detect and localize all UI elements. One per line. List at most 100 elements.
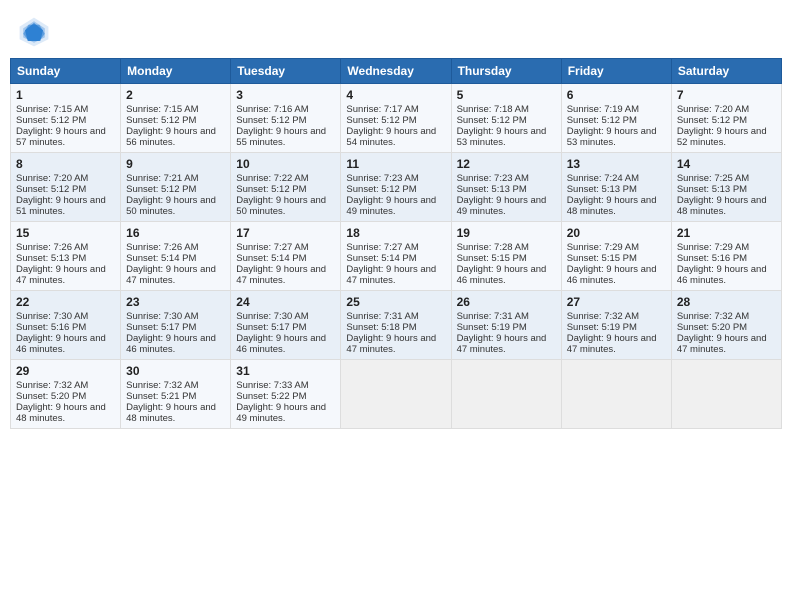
sunset-text: Sunset: 5:17 PM (236, 322, 306, 333)
sunrise-text: Sunrise: 7:20 AM (16, 173, 88, 184)
calendar-cell: 25 Sunrise: 7:31 AM Sunset: 5:18 PM Dayl… (341, 291, 451, 360)
daylight-text: Daylight: 9 hours and 46 minutes. (126, 333, 216, 355)
calendar-cell: 31 Sunrise: 7:33 AM Sunset: 5:22 PM Dayl… (231, 360, 341, 429)
day-number: 27 (567, 295, 666, 309)
calendar-week-row: 8 Sunrise: 7:20 AM Sunset: 5:12 PM Dayli… (11, 153, 782, 222)
calendar-cell: 5 Sunrise: 7:18 AM Sunset: 5:12 PM Dayli… (451, 84, 561, 153)
sunrise-text: Sunrise: 7:32 AM (567, 311, 639, 322)
sunset-text: Sunset: 5:19 PM (457, 322, 527, 333)
sunrise-text: Sunrise: 7:18 AM (457, 104, 529, 115)
daylight-text: Daylight: 9 hours and 47 minutes. (457, 333, 547, 355)
sunrise-text: Sunrise: 7:22 AM (236, 173, 308, 184)
sunset-text: Sunset: 5:16 PM (677, 253, 747, 264)
calendar-cell: 21 Sunrise: 7:29 AM Sunset: 5:16 PM Dayl… (671, 222, 781, 291)
sunset-text: Sunset: 5:12 PM (457, 115, 527, 126)
daylight-text: Daylight: 9 hours and 47 minutes. (346, 333, 436, 355)
sunset-text: Sunset: 5:13 PM (16, 253, 86, 264)
day-number: 17 (236, 226, 335, 240)
sunrise-text: Sunrise: 7:31 AM (346, 311, 418, 322)
day-number: 26 (457, 295, 556, 309)
calendar-day-header: Monday (121, 59, 231, 84)
daylight-text: Daylight: 9 hours and 49 minutes. (346, 195, 436, 217)
day-number: 5 (457, 88, 556, 102)
daylight-text: Daylight: 9 hours and 52 minutes. (677, 126, 767, 148)
sunrise-text: Sunrise: 7:25 AM (677, 173, 749, 184)
day-number: 12 (457, 157, 556, 171)
day-number: 22 (16, 295, 115, 309)
day-number: 25 (346, 295, 445, 309)
logo (16, 14, 56, 50)
calendar-cell: 14 Sunrise: 7:25 AM Sunset: 5:13 PM Dayl… (671, 153, 781, 222)
day-number: 31 (236, 364, 335, 378)
day-number: 11 (346, 157, 445, 171)
calendar-week-row: 29 Sunrise: 7:32 AM Sunset: 5:20 PM Dayl… (11, 360, 782, 429)
daylight-text: Daylight: 9 hours and 46 minutes. (567, 264, 657, 286)
daylight-text: Daylight: 9 hours and 50 minutes. (236, 195, 326, 217)
calendar-day-header: Saturday (671, 59, 781, 84)
calendar-cell: 8 Sunrise: 7:20 AM Sunset: 5:12 PM Dayli… (11, 153, 121, 222)
sunset-text: Sunset: 5:20 PM (677, 322, 747, 333)
sunrise-text: Sunrise: 7:33 AM (236, 380, 308, 391)
day-number: 28 (677, 295, 776, 309)
calendar-cell: 11 Sunrise: 7:23 AM Sunset: 5:12 PM Dayl… (341, 153, 451, 222)
calendar-cell: 7 Sunrise: 7:20 AM Sunset: 5:12 PM Dayli… (671, 84, 781, 153)
sunset-text: Sunset: 5:12 PM (346, 115, 416, 126)
calendar-header-row: SundayMondayTuesdayWednesdayThursdayFrid… (11, 59, 782, 84)
calendar-day-header: Thursday (451, 59, 561, 84)
sunrise-text: Sunrise: 7:29 AM (567, 242, 639, 253)
sunrise-text: Sunrise: 7:30 AM (236, 311, 308, 322)
calendar-week-row: 22 Sunrise: 7:30 AM Sunset: 5:16 PM Dayl… (11, 291, 782, 360)
day-number: 3 (236, 88, 335, 102)
calendar-cell: 16 Sunrise: 7:26 AM Sunset: 5:14 PM Dayl… (121, 222, 231, 291)
sunset-text: Sunset: 5:12 PM (16, 184, 86, 195)
sunrise-text: Sunrise: 7:27 AM (236, 242, 308, 253)
calendar-day-header: Sunday (11, 59, 121, 84)
calendar-week-row: 1 Sunrise: 7:15 AM Sunset: 5:12 PM Dayli… (11, 84, 782, 153)
day-number: 8 (16, 157, 115, 171)
calendar-cell: 24 Sunrise: 7:30 AM Sunset: 5:17 PM Dayl… (231, 291, 341, 360)
calendar-cell: 2 Sunrise: 7:15 AM Sunset: 5:12 PM Dayli… (121, 84, 231, 153)
daylight-text: Daylight: 9 hours and 48 minutes. (16, 402, 106, 424)
sunrise-text: Sunrise: 7:30 AM (16, 311, 88, 322)
day-number: 7 (677, 88, 776, 102)
sunset-text: Sunset: 5:13 PM (567, 184, 637, 195)
sunset-text: Sunset: 5:12 PM (567, 115, 637, 126)
daylight-text: Daylight: 9 hours and 54 minutes. (346, 126, 436, 148)
calendar-cell (451, 360, 561, 429)
calendar-week-row: 15 Sunrise: 7:26 AM Sunset: 5:13 PM Dayl… (11, 222, 782, 291)
daylight-text: Daylight: 9 hours and 56 minutes. (126, 126, 216, 148)
sunrise-text: Sunrise: 7:32 AM (126, 380, 198, 391)
day-number: 20 (567, 226, 666, 240)
logo-icon (16, 14, 52, 50)
day-number: 4 (346, 88, 445, 102)
daylight-text: Daylight: 9 hours and 47 minutes. (567, 333, 657, 355)
day-number: 18 (346, 226, 445, 240)
calendar-cell: 17 Sunrise: 7:27 AM Sunset: 5:14 PM Dayl… (231, 222, 341, 291)
day-number: 24 (236, 295, 335, 309)
day-number: 16 (126, 226, 225, 240)
calendar-day-header: Wednesday (341, 59, 451, 84)
calendar-cell: 28 Sunrise: 7:32 AM Sunset: 5:20 PM Dayl… (671, 291, 781, 360)
calendar-day-header: Tuesday (231, 59, 341, 84)
sunset-text: Sunset: 5:12 PM (346, 184, 416, 195)
sunset-text: Sunset: 5:12 PM (16, 115, 86, 126)
sunset-text: Sunset: 5:12 PM (126, 115, 196, 126)
daylight-text: Daylight: 9 hours and 49 minutes. (236, 402, 326, 424)
sunset-text: Sunset: 5:20 PM (16, 391, 86, 402)
day-number: 2 (126, 88, 225, 102)
day-number: 9 (126, 157, 225, 171)
sunrise-text: Sunrise: 7:32 AM (677, 311, 749, 322)
sunrise-text: Sunrise: 7:27 AM (346, 242, 418, 253)
daylight-text: Daylight: 9 hours and 47 minutes. (16, 264, 106, 286)
calendar-cell: 26 Sunrise: 7:31 AM Sunset: 5:19 PM Dayl… (451, 291, 561, 360)
sunrise-text: Sunrise: 7:20 AM (677, 104, 749, 115)
daylight-text: Daylight: 9 hours and 47 minutes. (236, 264, 326, 286)
day-number: 19 (457, 226, 556, 240)
page-header (10, 10, 782, 54)
daylight-text: Daylight: 9 hours and 46 minutes. (236, 333, 326, 355)
daylight-text: Daylight: 9 hours and 50 minutes. (126, 195, 216, 217)
sunset-text: Sunset: 5:16 PM (16, 322, 86, 333)
day-number: 10 (236, 157, 335, 171)
sunset-text: Sunset: 5:12 PM (236, 115, 306, 126)
calendar-cell: 20 Sunrise: 7:29 AM Sunset: 5:15 PM Dayl… (561, 222, 671, 291)
